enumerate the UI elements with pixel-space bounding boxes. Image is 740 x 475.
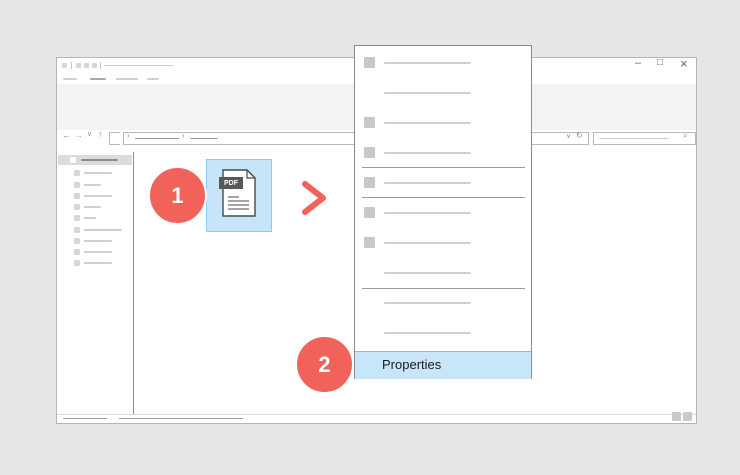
folder-icon xyxy=(74,249,80,255)
up-icon[interactable]: ↑ xyxy=(98,129,103,139)
nav-item[interactable] xyxy=(84,240,112,242)
menu-separator xyxy=(362,288,525,289)
ribbon-tab-share[interactable] xyxy=(116,78,138,80)
folder-icon xyxy=(74,204,80,210)
recent-dropdown-icon[interactable]: ∨ xyxy=(87,130,92,138)
ribbon-tab-file[interactable] xyxy=(63,78,77,80)
search-icon[interactable]: ⌕ xyxy=(683,131,687,141)
menu-item-3[interactable] xyxy=(384,122,471,124)
step-1-number: 1 xyxy=(171,182,184,208)
nav-item[interactable] xyxy=(84,195,112,197)
step-1-badge: 1 xyxy=(148,166,207,225)
menu-separator xyxy=(362,197,525,198)
breadcrumb-segment-2[interactable] xyxy=(190,138,218,139)
menu-item-5[interactable] xyxy=(384,182,471,184)
minimize-button[interactable]: – xyxy=(635,57,641,69)
qat-icon-3[interactable] xyxy=(84,63,89,68)
folder-icon xyxy=(74,193,80,199)
nav-item[interactable] xyxy=(84,184,101,186)
navigation-pane xyxy=(57,152,134,414)
folder-icon xyxy=(74,215,80,221)
back-icon[interactable]: ← xyxy=(62,130,71,140)
breadcrumb-segment-1[interactable] xyxy=(135,138,179,139)
refresh-icon[interactable]: ↻ xyxy=(576,131,583,140)
menu-item-icon xyxy=(364,177,375,188)
menu-item-1[interactable] xyxy=(384,62,471,64)
forward-icon[interactable]: → xyxy=(74,130,83,140)
menu-item-icon xyxy=(364,237,375,248)
details-view-icon[interactable] xyxy=(672,412,681,421)
folder-icon xyxy=(74,227,80,233)
folder-icon xyxy=(74,182,80,188)
ribbon-tab-view[interactable] xyxy=(147,78,159,80)
nav-item[interactable] xyxy=(84,251,112,253)
menu-item-7[interactable] xyxy=(384,242,471,244)
maximize-button[interactable]: □ xyxy=(657,57,663,68)
nav-item[interactable] xyxy=(84,206,101,208)
status-item-count xyxy=(63,418,107,419)
close-button[interactable]: × xyxy=(680,56,688,71)
step-2-badge: 2 xyxy=(295,335,354,394)
folder-icon xyxy=(74,260,80,266)
nav-item[interactable] xyxy=(84,262,112,264)
qat-divider xyxy=(71,62,72,69)
menu-item-8[interactable] xyxy=(384,272,471,274)
nav-item-selected[interactable] xyxy=(58,155,132,165)
menu-item-icon xyxy=(364,117,375,128)
nav-item-label xyxy=(81,159,118,161)
pdf-type-label: PDF xyxy=(219,177,243,189)
qat-icon-2[interactable] xyxy=(76,63,81,68)
qat-icon-1[interactable] xyxy=(62,63,67,68)
menu-item-properties[interactable]: Properties xyxy=(355,351,531,379)
chevron-right-icon-2: › xyxy=(182,131,185,140)
properties-label: Properties xyxy=(382,357,442,372)
ribbon-tab-home[interactable] xyxy=(90,78,106,80)
pdf-type-text: PDF xyxy=(224,179,238,187)
chevron-right-icon: › xyxy=(127,131,130,140)
qat-icon-4[interactable] xyxy=(92,63,97,68)
step-2-number: 2 xyxy=(318,351,331,377)
search-field[interactable]: ⌕ xyxy=(593,131,696,145)
nav-item[interactable] xyxy=(84,217,96,219)
menu-item-icon xyxy=(364,207,375,218)
menu-item-6[interactable] xyxy=(384,212,471,214)
chevron-right-arrow-icon xyxy=(302,181,326,215)
menu-separator xyxy=(362,167,525,168)
nav-item[interactable] xyxy=(84,172,112,174)
menu-item-icon xyxy=(364,147,375,158)
menu-item-icon xyxy=(364,57,375,68)
context-menu: Properties xyxy=(354,45,532,379)
menu-item-2[interactable] xyxy=(384,92,471,94)
folder-icon xyxy=(74,170,80,176)
folder-icon xyxy=(70,157,76,163)
address-dropdown-icon[interactable]: ∨ xyxy=(566,132,571,140)
large-icons-view-icon[interactable] xyxy=(683,412,692,421)
menu-item-4[interactable] xyxy=(384,152,471,154)
search-placeholder xyxy=(599,138,669,139)
menu-item-10[interactable] xyxy=(384,332,471,334)
nav-item[interactable] xyxy=(84,229,122,231)
address-divider xyxy=(109,132,120,145)
folder-icon xyxy=(74,238,80,244)
menu-item-9[interactable] xyxy=(384,302,471,304)
status-bar-divider xyxy=(57,414,696,415)
window-title-placeholder xyxy=(104,65,174,66)
status-selection-info xyxy=(119,418,243,419)
qat-divider-2 xyxy=(100,62,101,69)
pdf-file-item[interactable]: PDF xyxy=(206,159,272,232)
